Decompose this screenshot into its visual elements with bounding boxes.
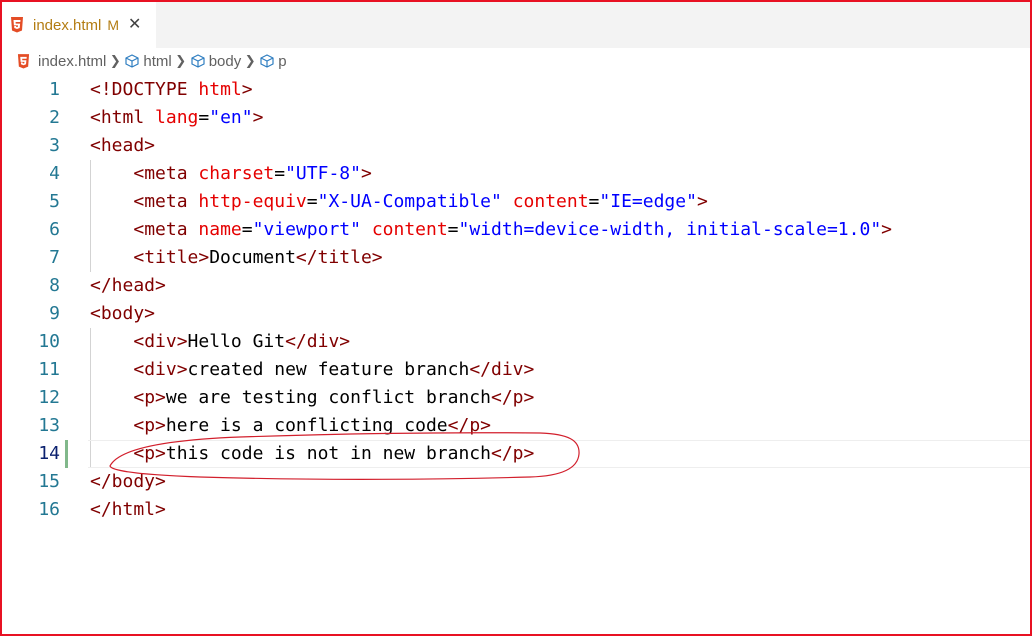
tab-index-html[interactable]: index.html M ✕ [2, 2, 156, 48]
code-editor[interactable]: 1 <!DOCTYPE html> 2 <html lang="en"> 3 <head>… [0, 74, 1032, 636]
breadcrumb-item-file[interactable]: index.html [17, 53, 106, 70]
tab-modified-indicator: M [107, 17, 120, 33]
red-ink-annotation [109, 432, 580, 480]
breadcrumb-item-p[interactable]: p [259, 52, 287, 70]
breadcrumb-label: index.html [38, 52, 107, 70]
tab-bar: index.html M ✕ [0, 0, 1032, 48]
breadcrumb-item-html[interactable]: html [124, 52, 172, 70]
html5-icon [10, 17, 24, 33]
chevron-right-icon: ❯ [175, 53, 187, 68]
symbol-element-icon [190, 53, 206, 69]
close-icon[interactable]: ✕ [128, 17, 141, 33]
breadcrumb: index.html ❯ html ❯ body ❯ p [0, 48, 1032, 74]
symbol-element-icon [124, 53, 140, 69]
breadcrumb-label: html [143, 52, 172, 70]
breadcrumb-label: body [208, 52, 242, 70]
chevron-right-icon: ❯ [109, 53, 121, 68]
chevron-right-icon: ❯ [244, 53, 256, 68]
breadcrumb-item-body[interactable]: body [190, 52, 242, 70]
tab-filename: index.html [33, 16, 102, 34]
symbol-element-icon [259, 53, 275, 69]
html5-icon [17, 53, 30, 69]
breadcrumb-label: p [278, 52, 287, 70]
